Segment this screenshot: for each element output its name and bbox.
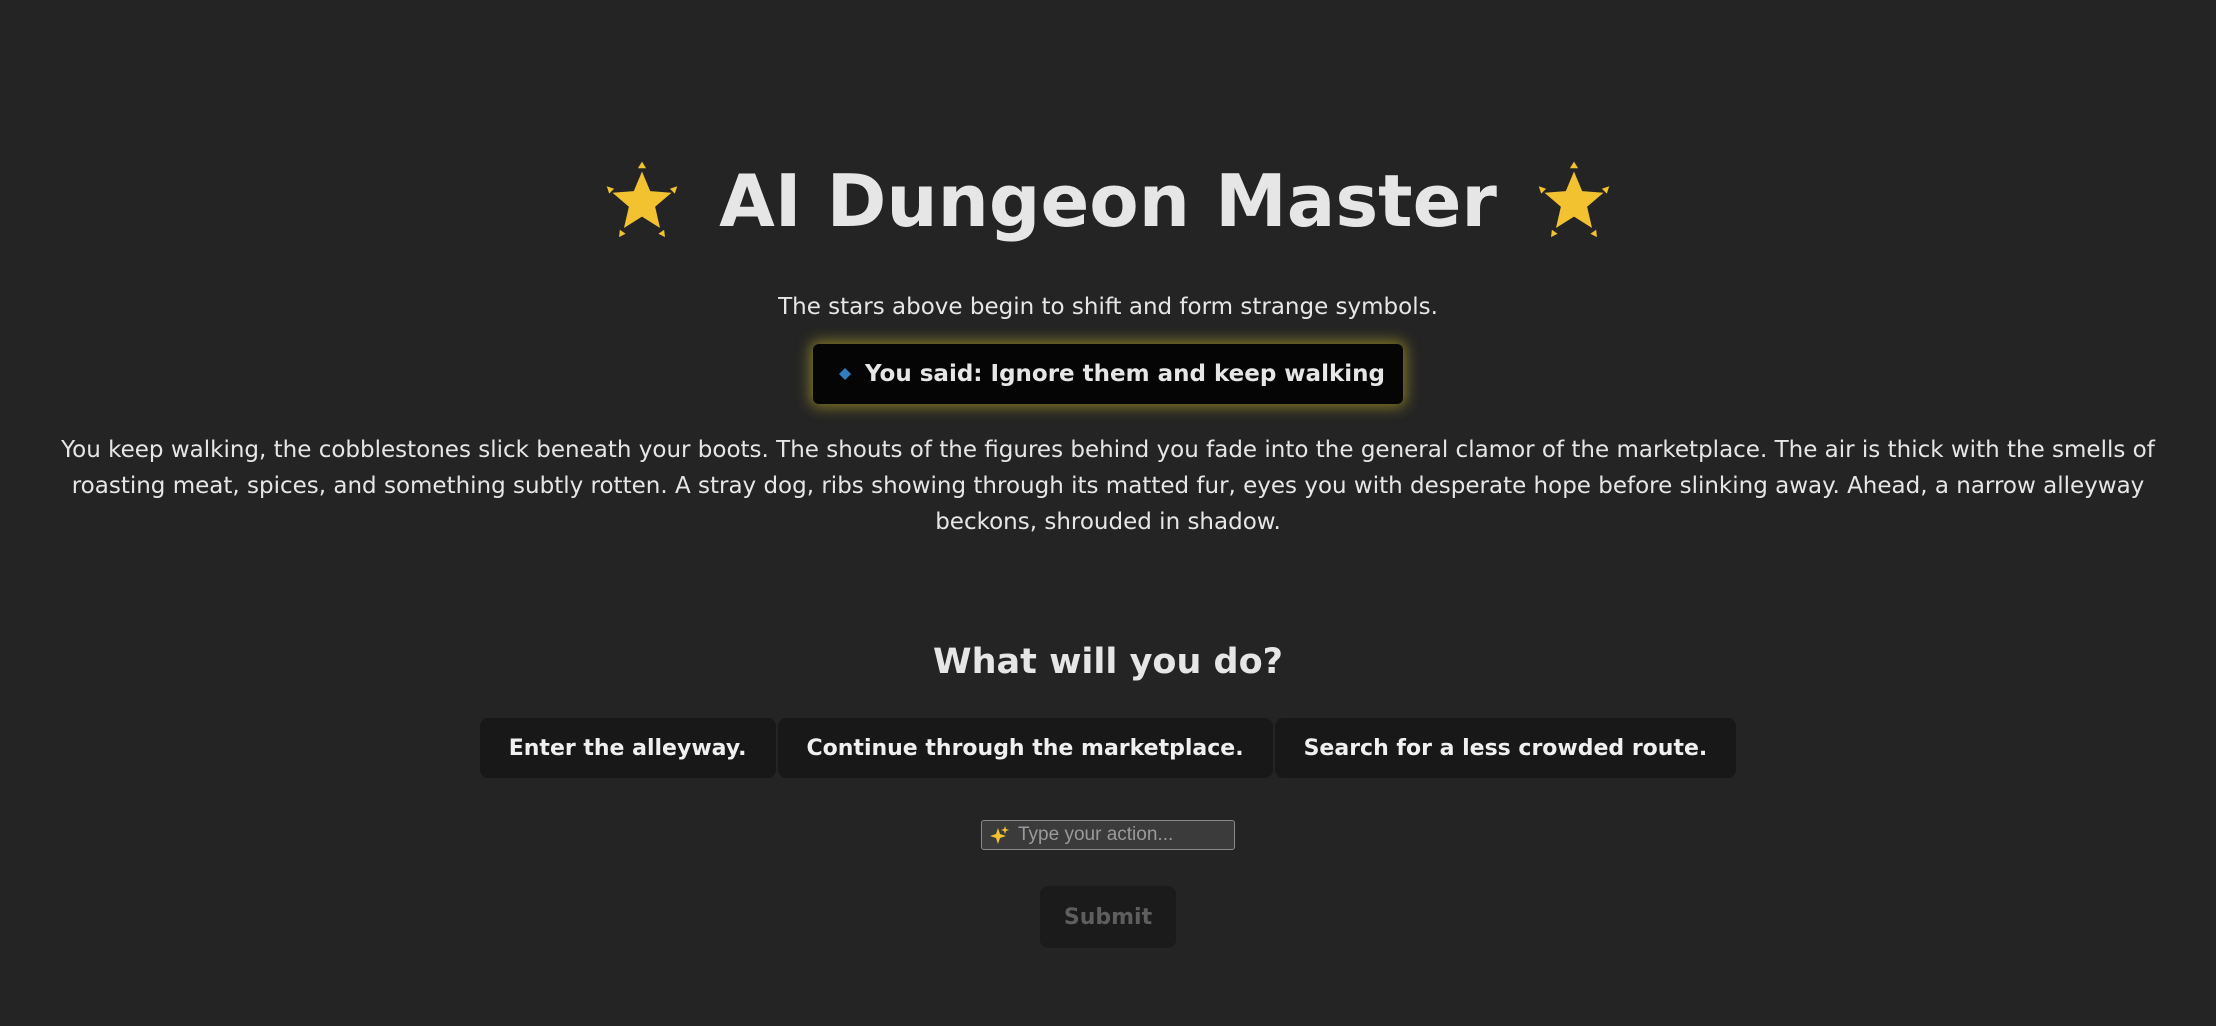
glowing-star-icon bbox=[606, 161, 678, 238]
you-said-text: You said: Ignore them and keep walking bbox=[865, 361, 1385, 387]
choice-button-marketplace[interactable]: Continue through the marketplace. bbox=[777, 718, 1273, 778]
title-row: AI Dungeon Master bbox=[601, 152, 1615, 250]
submit-button[interactable]: Submit bbox=[1040, 886, 1176, 948]
story-text: You keep walking, the cobblestones slick… bbox=[61, 437, 2155, 535]
action-input-wrapper[interactable] bbox=[981, 820, 1235, 850]
intro-text: The stars above begin to shift and form … bbox=[778, 294, 1438, 320]
action-input[interactable] bbox=[1016, 823, 1230, 847]
action-prompt: What will you do? bbox=[933, 642, 1283, 682]
choice-list: Enter the alleyway. Continue through the… bbox=[479, 718, 1737, 778]
glowing-star-icon bbox=[1538, 161, 1610, 238]
choice-button-alleyway[interactable]: Enter the alleyway. bbox=[479, 718, 776, 778]
page-title: AI Dungeon Master bbox=[719, 159, 1497, 243]
choice-button-less-crowded[interactable]: Search for a less crowded route. bbox=[1274, 718, 1737, 778]
you-said-box: You said: Ignore them and keep walking bbox=[813, 344, 1403, 404]
blue-diamond-icon bbox=[839, 368, 852, 380]
sparkles-icon bbox=[990, 826, 1009, 844]
game-page: AI Dungeon Master The stars above begin … bbox=[0, 0, 2216, 1026]
